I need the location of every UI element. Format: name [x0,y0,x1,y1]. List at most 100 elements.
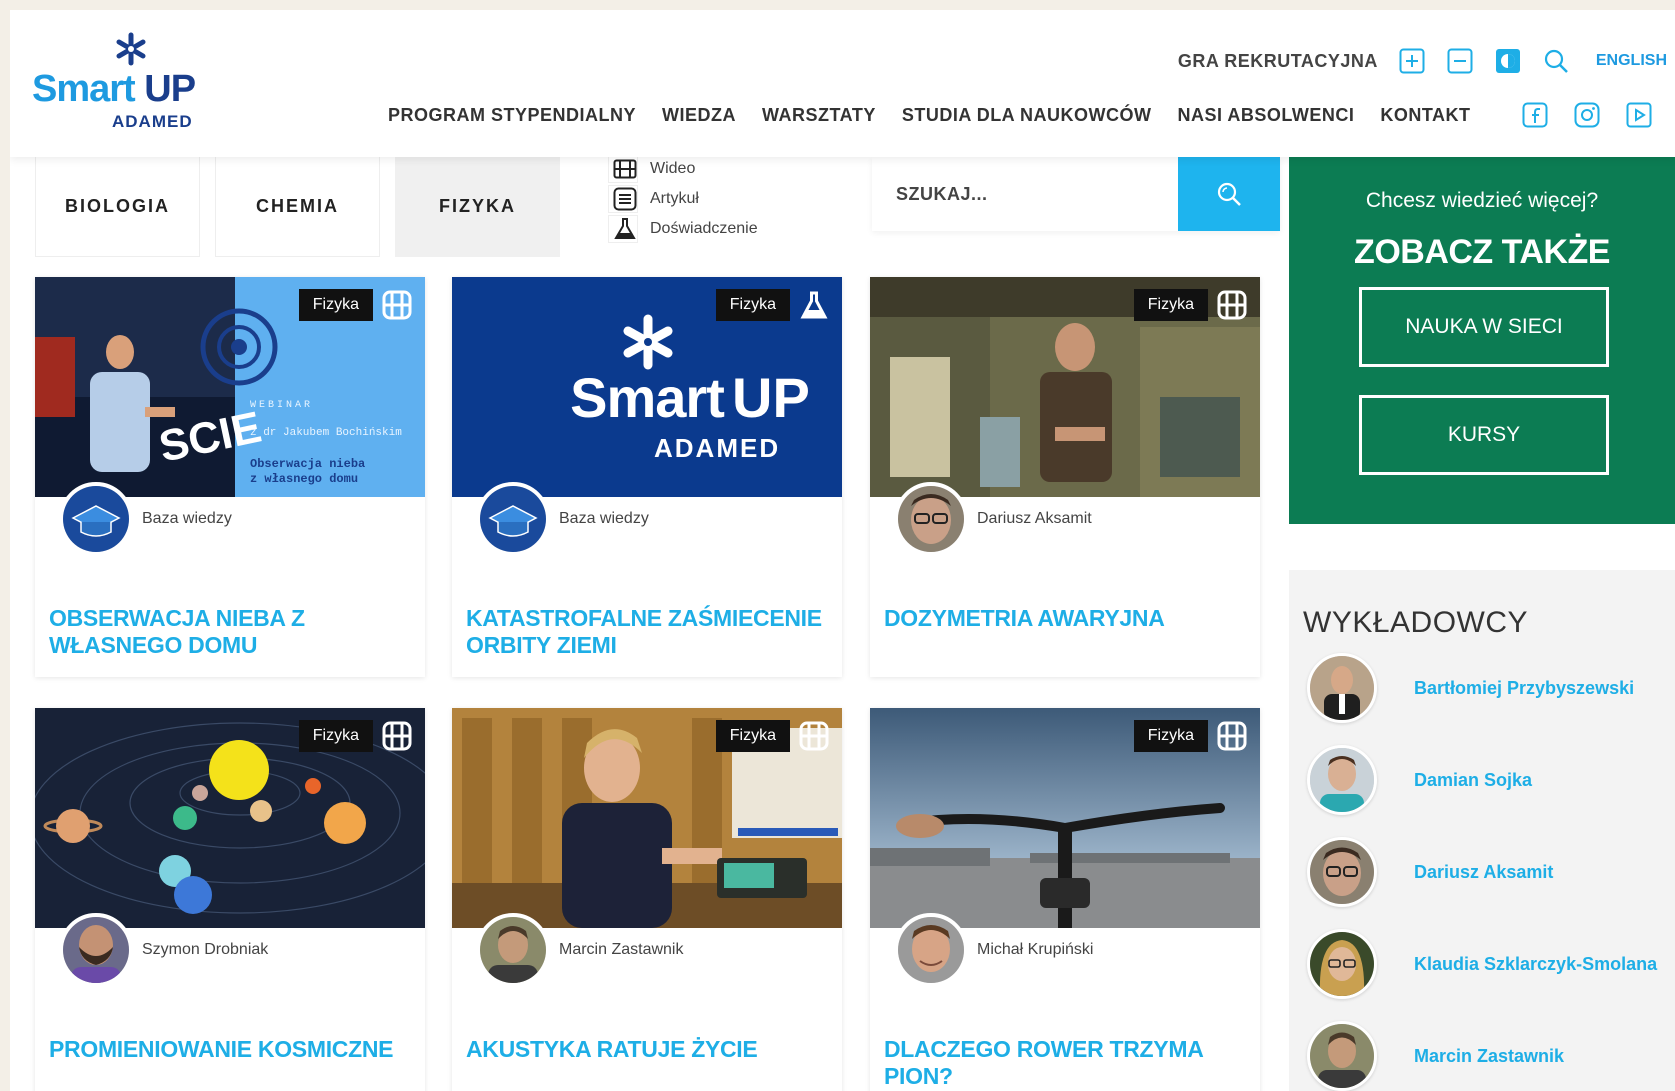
nav-item-program-stypendialny[interactable]: PROGRAM STYPENDIALNY [388,105,636,126]
card-thumbnail[interactable]: Fizyka [452,708,842,928]
lecturer-name[interactable]: Klaudia Szklarczyk-Smolana [1414,954,1657,975]
film-icon [798,720,830,752]
type-label: Artykuł [650,190,699,207]
nav-item-wiedza[interactable]: WIEDZA [662,105,736,126]
avatar [1307,653,1377,723]
site-header: Smart UP ADAMED GRA REKRUTACYJNA ENGLISH… [10,10,1675,157]
category-badge: Fizyka [298,289,373,321]
film-icon [381,720,413,752]
nav-item-warsztaty[interactable]: WARSZTATY [762,105,876,126]
category-badge: Fizyka [1133,289,1208,321]
card-thumbnail[interactable]: SCIE WEBINAR z dr Jakubem Bochińskim Obs… [35,277,425,497]
author-name: Marcin Zastawnik [559,941,684,958]
film-icon [1216,289,1248,321]
article-icon [612,187,638,211]
article-card[interactable]: Fizyka Szymon Drobniak PROMIENIOWANIE KO… [35,708,425,1091]
nauka-w-sieci-button[interactable]: NAUKA W SIECI [1359,287,1609,367]
article-card[interactable]: Fizyka Dariusz Aksamit DOZYMETRIA AWARYJ… [870,277,1260,677]
lecturer-name[interactable]: Dariusz Aksamit [1414,862,1553,883]
search-icon [1217,182,1241,206]
flask-icon [612,217,638,241]
card-title[interactable]: OBSERWACJA NIEBA Z WŁASNEGO DOMU [49,605,409,659]
film-icon [1216,720,1248,752]
card-title[interactable]: DOZYMETRIA AWARYJNA [884,605,1244,632]
lecturer-item[interactable]: Dariusz Aksamit [1307,836,1553,908]
font-decrease-icon[interactable] [1446,47,1474,75]
card-thumbnail[interactable]: Fizyka [870,708,1260,928]
avatar [59,913,133,987]
recruit-game-link[interactable]: GRA REKRUTACYJNA [1178,51,1378,72]
type-filters: Wideo Artykuł Doświadczenie [608,155,828,257]
youtube-icon[interactable] [1625,101,1653,129]
thumb-webinar-text: Obserwacja nieba [250,457,365,471]
logo-subtitle: ADAMED [112,112,193,131]
type-filter-doswiadczenie[interactable]: Doświadczenie [608,215,758,243]
logo-star-icon [116,32,146,66]
thumb-logo-text: Smart [570,366,724,429]
film-icon [612,157,638,181]
filter-fizyka[interactable]: FIZYKA [395,157,560,257]
logo-wordmark: Smart UP [32,68,196,110]
filter-biologia[interactable]: BIOLOGIA [35,157,200,257]
thumb-logo-text: UP [732,366,810,429]
cta-question: Chcesz wiedzieć więcej? [1365,189,1599,212]
article-card[interactable]: SCIE WEBINAR z dr Jakubem Bochińskim Obs… [35,277,425,677]
lecturer-name[interactable]: Bartłomiej Przybyszewski [1414,678,1634,699]
article-card[interactable]: Smart UP ADAMED Fizyka Baza wiedzy KATAS… [452,277,842,677]
type-filter-artykul[interactable]: Artykuł [608,185,699,213]
category-badge: Fizyka [715,289,790,321]
see-also-panel: Chcesz wiedzieć więcej? ZOBACZ TAKŻE NAU… [1289,157,1675,524]
lecturers-panel: WYKŁADOWCY Bartłomiej Przybyszewski Dami… [1289,570,1675,1091]
card-thumbnail[interactable]: Fizyka [35,708,425,928]
search-button[interactable] [1178,157,1280,231]
search-icon[interactable] [1542,47,1570,75]
card-title[interactable]: KATASTROFALNE ZAŚMIECENIE ORBITY ZIEMI [466,605,826,659]
thumb-webinar-text: WEBINAR [250,400,313,411]
article-card[interactable]: Fizyka Michał Krupiński DLACZEGO ROWER T… [870,708,1260,1091]
avatar [1307,1021,1377,1091]
kursy-button[interactable]: KURSY [1359,395,1609,475]
flask-icon [798,289,830,321]
nav-item-studia[interactable]: STUDIA DLA NAUKOWCÓW [902,105,1152,126]
card-title[interactable]: PROMIENIOWANIE KOSMICZNE [49,1036,409,1063]
category-badge: Fizyka [1133,720,1208,752]
cta-heading: ZOBACZ TAKŻE [1354,233,1610,271]
film-icon [381,289,413,321]
nav-item-absolwenci[interactable]: NASI ABSOLWENCI [1178,105,1355,126]
thumb-webinar-text: z własnego domu [250,472,358,486]
instagram-icon[interactable] [1573,101,1601,129]
page: Smart UP ADAMED GRA REKRUTACYJNA ENGLISH… [10,10,1675,1091]
lecturer-item[interactable]: Bartłomiej Przybyszewski [1307,652,1634,724]
language-switch[interactable]: ENGLISH [1596,52,1667,70]
lecturer-item[interactable]: Klaudia Szklarczyk-Smolana [1307,928,1657,1000]
card-thumbnail[interactable]: Smart UP ADAMED Fizyka [452,277,842,497]
contrast-icon[interactable] [1494,47,1522,75]
lecturer-name[interactable]: Damian Sojka [1414,770,1532,791]
utility-bar: GRA REKRUTACYJNA ENGLISH [1178,46,1675,76]
avatar [894,482,968,556]
smartup-logo[interactable]: Smart UP ADAMED [32,32,212,142]
thumb-logo-text: ADAMED [654,433,780,463]
article-card[interactable]: Fizyka Marcin Zastawnik AKUSTYKA RATUJE … [452,708,842,1091]
type-label: Doświadczenie [650,220,758,237]
lecturer-item[interactable]: Damian Sojka [1307,744,1532,816]
avatar [476,482,550,556]
author-name: Michał Krupiński [977,941,1094,958]
nav-item-kontakt[interactable]: KONTAKT [1380,105,1470,126]
avatar [1307,929,1377,999]
card-title[interactable]: AKUSTYKA RATUJE ŻYCIE [466,1036,826,1063]
lecturer-name[interactable]: Marcin Zastawnik [1414,1046,1564,1067]
facebook-icon[interactable] [1521,101,1549,129]
type-filter-wideo[interactable]: Wideo [608,155,695,183]
author-name: Baza wiedzy [559,510,649,527]
filter-chemia[interactable]: CHEMIA [215,157,380,257]
card-title[interactable]: DLACZEGO ROWER TRZYMA PION? [884,1036,1244,1090]
search-input[interactable] [872,157,1178,231]
author-name: Baza wiedzy [142,510,232,527]
font-increase-icon[interactable] [1398,47,1426,75]
author-name: Dariusz Aksamit [977,510,1092,527]
card-thumbnail[interactable]: Fizyka [870,277,1260,497]
avatar [59,482,133,556]
avatar [1307,837,1377,907]
lecturer-item[interactable]: Marcin Zastawnik [1307,1020,1564,1091]
